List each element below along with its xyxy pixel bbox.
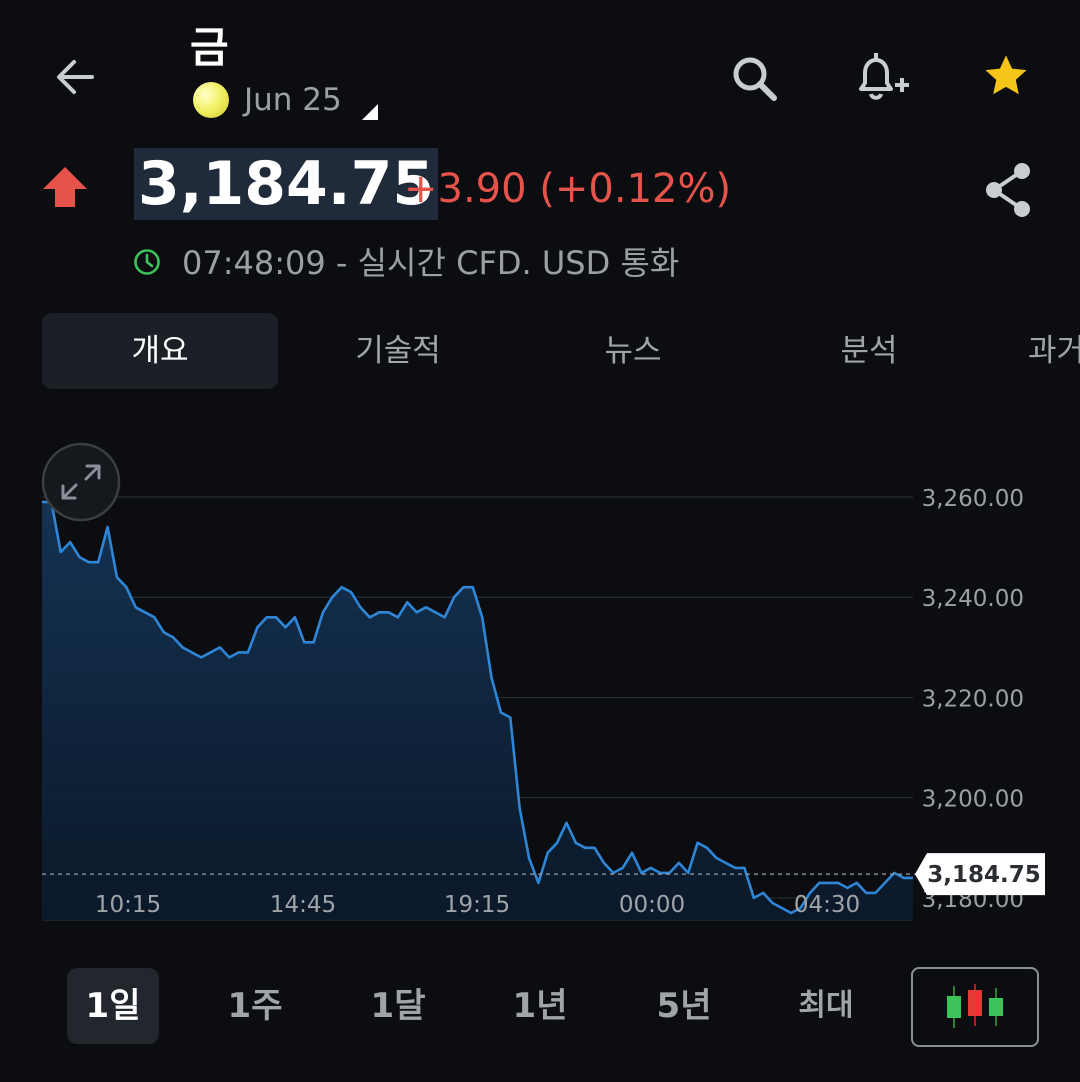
tab-analysis[interactable]: 분석 [776,313,962,389]
last-price-label-text: 3,184.75 [927,862,1041,888]
search-icon[interactable] [726,50,782,106]
clock-icon [132,247,162,277]
tab-news[interactable]: 뉴스 [540,313,726,389]
last-price: 3,184.75 [134,148,439,220]
x-tick-label: 19:15 [444,892,510,918]
candlestick-toggle-button[interactable] [911,967,1039,1047]
price-chart[interactable]: 3,260.003,240.003,220.003,200.003,180.00… [0,420,1080,940]
star-icon[interactable] [978,48,1034,104]
up-arrow-icon [40,164,90,210]
price-change: +3.90 (+0.12%) [404,166,732,212]
contract-month[interactable]: Jun 25 [244,82,342,118]
tab-technical[interactable]: 기술적 [300,313,496,389]
x-tick-label: 00:00 [619,892,685,918]
last-price-label: 3,184.75 [915,853,1045,896]
x-tick-label: 14:45 [270,892,336,918]
candlestick-icon [947,984,1003,1028]
x-tick-label: 04:30 [794,892,860,918]
y-tick-label: 3,240.00 [922,586,1024,612]
price-area [42,502,913,920]
gold-coin-icon [193,82,229,118]
range-5y[interactable]: 5년 [634,968,734,1044]
range-max[interactable]: 최대 [776,968,876,1044]
y-tick-label: 3,260.00 [922,486,1024,512]
market-time-info: 07:48:09 - 실시간 CFD. USD 통화 [182,244,680,282]
share-icon[interactable] [980,160,1036,220]
tab-history[interactable]: 과거 [1000,313,1080,389]
contract-dropdown-icon[interactable] [362,104,378,120]
bell-plus-icon[interactable] [850,48,912,106]
x-tick-label: 10:15 [95,892,161,918]
instrument-title: 금 [190,23,229,72]
range-1d[interactable]: 1일 [67,968,159,1044]
back-arrow-icon[interactable] [50,52,100,102]
range-1y[interactable]: 1년 [490,968,590,1044]
tab-overview[interactable]: 개요 [42,313,278,389]
y-tick-label: 3,220.00 [922,686,1024,712]
expand-icon[interactable] [41,442,121,522]
y-tick-label: 3,200.00 [922,787,1024,813]
range-1w[interactable]: 1주 [205,968,305,1044]
range-1m[interactable]: 1달 [348,968,448,1044]
